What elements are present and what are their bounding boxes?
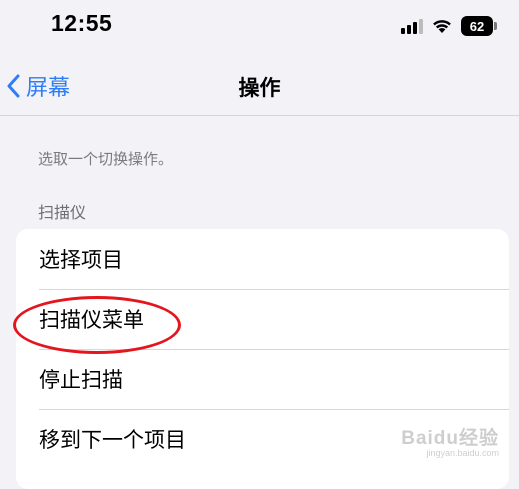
- wifi-icon: [433, 20, 451, 33]
- status-time: 12:55: [51, 10, 113, 36]
- navigation-bar: 屏幕 操作: [0, 52, 519, 116]
- watermark-main: Baidu经验: [401, 428, 499, 449]
- list-item-scanner-menu[interactable]: 扫描仪菜单: [16, 289, 509, 349]
- list-item-stop-scanning[interactable]: 停止扫描: [16, 349, 509, 409]
- list-item-label: 停止扫描: [39, 368, 123, 392]
- status-bar: 12:55 62: [0, 0, 519, 52]
- watermark: Baidu经验 jingyan.baidu.com: [401, 423, 499, 458]
- battery-level: 62: [461, 16, 493, 36]
- list-item-label: 扫描仪菜单: [39, 308, 144, 332]
- hint-text: 选取一个切换操作。: [38, 150, 174, 168]
- list-item-label: 选择项目: [39, 248, 123, 272]
- cellular-signal-icon: [401, 19, 423, 34]
- page-title: 操作: [238, 76, 281, 100]
- section-header: 扫描仪: [38, 203, 87, 222]
- watermark-sub: jingyan.baidu.com: [426, 448, 499, 458]
- list-item-label: 移到下一个项目: [39, 428, 186, 452]
- battery-icon: 62: [461, 16, 497, 36]
- list-item-select-item[interactable]: 选择项目: [16, 229, 509, 289]
- status-icons: 62: [401, 14, 497, 38]
